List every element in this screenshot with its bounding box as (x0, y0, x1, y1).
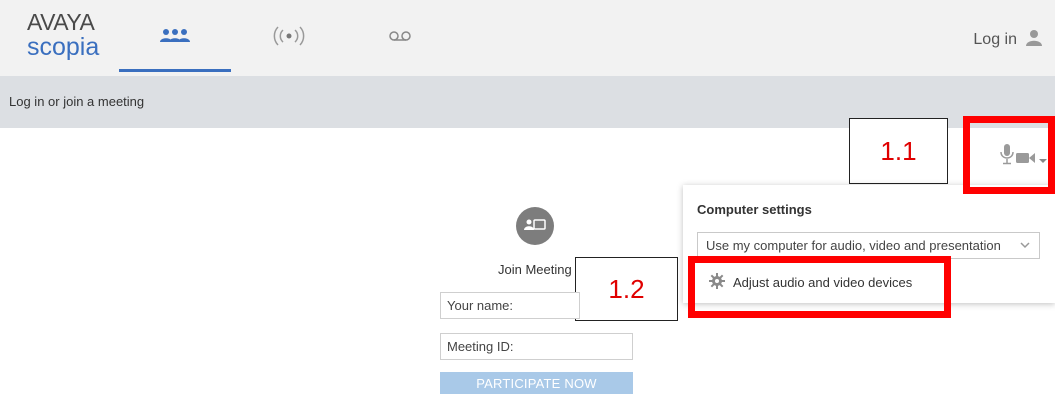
logo-product: scopia (27, 33, 100, 61)
chevron-down-icon (1019, 239, 1031, 254)
panel-title: Computer settings (697, 202, 812, 217)
join-meeting-icon (516, 207, 554, 245)
computer-mode-select[interactable]: Use my computer for audio, video and pre… (697, 232, 1040, 259)
participate-now-button[interactable]: PARTICIPATE NOW (440, 372, 633, 394)
computer-mode-value: Use my computer for audio, video and pre… (706, 238, 1001, 253)
highlight-box-1-2 (688, 256, 951, 318)
active-tab-indicator (119, 69, 231, 72)
annotation-label-1-1: 1.1 (849, 118, 948, 184)
avaya-scopia-logo: AVAYA scopia (27, 9, 117, 62)
tab-voicemail[interactable] (360, 0, 440, 76)
annotation-label-1-2: 1.2 (575, 257, 678, 321)
broadcast-icon (271, 25, 307, 51)
voicemail-icon (388, 29, 412, 47)
page-title: Log in or join a meeting (9, 94, 145, 109)
annotation-label-1-1-text: 1.1 (880, 135, 917, 166)
meeting-id-input[interactable] (440, 333, 633, 360)
join-meeting-heading: Join Meeting (498, 262, 572, 277)
tab-broadcast[interactable] (249, 0, 329, 76)
people-icon (158, 28, 192, 49)
annotation-label-1-2-text: 1.2 (608, 273, 645, 304)
tab-meetings[interactable] (119, 0, 231, 76)
login-label: Log in (973, 30, 1017, 48)
name-input[interactable] (440, 292, 580, 319)
login-button[interactable]: Log in (973, 28, 1043, 51)
logo-brand: AVAYA (27, 9, 95, 35)
top-nav-bar: AVAYA scopia Log in (0, 0, 1055, 76)
user-icon (1025, 28, 1043, 51)
highlight-box-1-1 (963, 116, 1055, 194)
